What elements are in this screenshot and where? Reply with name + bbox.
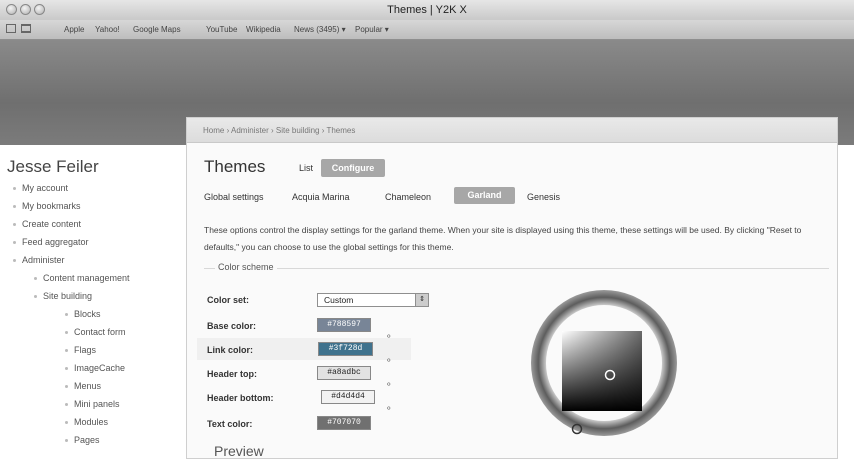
bookmark-news[interactable]: News (3495) ▾ (294, 25, 346, 34)
tab-list[interactable]: List (299, 163, 313, 173)
header-top-label: Header top: (207, 369, 258, 379)
subtab-acquia-marina[interactable]: Acquia Marina (292, 192, 350, 202)
bookmarks-book-icon[interactable] (6, 24, 16, 33)
lock-icon[interactable]: ⚬ (385, 331, 393, 342)
color-set-label: Color set: (207, 295, 250, 305)
subtab-genesis[interactable]: Genesis (527, 192, 560, 202)
header-bottom-input[interactable]: #d4d4d4 (321, 390, 375, 404)
bookmark-apple[interactable]: Apple (64, 25, 84, 34)
sidebar-item-flags[interactable]: Flags (64, 345, 96, 355)
link-color-input[interactable]: #3f728d (318, 342, 373, 356)
lock-icon[interactable]: ⚬ (385, 379, 393, 390)
color-set-value: Custom (324, 295, 354, 305)
sidebar-item-administer[interactable]: Administer (13, 255, 65, 265)
site-name: Jesse Feiler (7, 157, 99, 176)
bookmark-wikipedia[interactable]: Wikipedia (246, 25, 281, 34)
color-set-select[interactable]: Custom ⇕ (317, 293, 429, 307)
bookmark-yahoo[interactable]: Yahoo! (95, 25, 120, 34)
subtab-chameleon[interactable]: Chameleon (385, 192, 431, 202)
window-title: Themes | Y2K X (387, 4, 467, 16)
sidebar-item-imagecache[interactable]: ImageCache (64, 363, 125, 373)
sidebar-navigation: Jesse Feiler My account My bookmarks Cre… (0, 145, 186, 450)
header-bottom-label: Header bottom: (207, 393, 274, 403)
sidebar-item-contact-form[interactable]: Contact form (65, 327, 126, 337)
main-content: Home › Administer › Site building › Them… (186, 117, 838, 459)
sidebar-item-pages[interactable]: Pages (65, 435, 100, 445)
preview-heading: Preview (214, 443, 264, 459)
base-color-input[interactable]: #788597 (317, 318, 371, 332)
text-color-label: Text color: (207, 419, 253, 429)
breadcrumb[interactable]: Home › Administer › Site building › Them… (203, 126, 355, 135)
sidebar-item-feed-aggregator[interactable]: Feed aggregator (13, 237, 89, 247)
base-color-label: Base color: (207, 321, 257, 331)
select-arrows-icon: ⇕ (415, 294, 428, 306)
breadcrumb-bar: Home › Administer › Site building › Them… (187, 118, 837, 143)
lock-icon[interactable]: ⚬ (385, 403, 393, 414)
page-title: Themes (204, 157, 266, 176)
sidebar-item-blocks[interactable]: Blocks (65, 309, 101, 319)
color-scheme-legend[interactable]: Color scheme (215, 262, 277, 272)
lock-icon[interactable]: ⚬ (385, 355, 393, 366)
subtab-garland[interactable]: Garland (454, 187, 515, 204)
sidebar-item-create-content[interactable]: Create content (12, 219, 81, 229)
bookmarks-bar: Apple Yahoo! Google Maps YouTube Wikiped… (0, 20, 854, 40)
header-top-input[interactable]: #a8adbc (317, 366, 371, 380)
bookmark-popular[interactable]: Popular ▾ (355, 25, 389, 34)
sidebar-item-modules[interactable]: Modules (64, 417, 108, 427)
text-color-input[interactable]: #707070 (317, 416, 371, 430)
window-titlebar: Themes | Y2K X (0, 0, 854, 21)
sidebar-item-menus[interactable]: Menus (64, 381, 101, 391)
bookmark-youtube[interactable]: YouTube (206, 25, 237, 34)
bookmark-google-maps[interactable]: Google Maps (133, 25, 181, 34)
theme-description: These options control the display settin… (204, 225, 802, 252)
sidebar-item-site-building[interactable]: Site building (33, 291, 92, 301)
lightness-overlay (562, 331, 642, 411)
sidebar-item-my-bookmarks[interactable]: My bookmarks (13, 201, 81, 211)
link-color-label: Link color: (207, 345, 254, 355)
color-wheel-picker[interactable] (529, 288, 679, 438)
tab-configure[interactable]: Configure (321, 159, 385, 177)
subtab-global-settings[interactable]: Global settings (204, 192, 264, 202)
sidebar-item-mini-panels[interactable]: Mini panels (65, 399, 120, 409)
sidebar-item-content-management[interactable]: Content management (34, 273, 130, 283)
top-sites-icon[interactable] (21, 24, 31, 33)
sidebar-item-my-account[interactable]: My account (12, 183, 68, 193)
